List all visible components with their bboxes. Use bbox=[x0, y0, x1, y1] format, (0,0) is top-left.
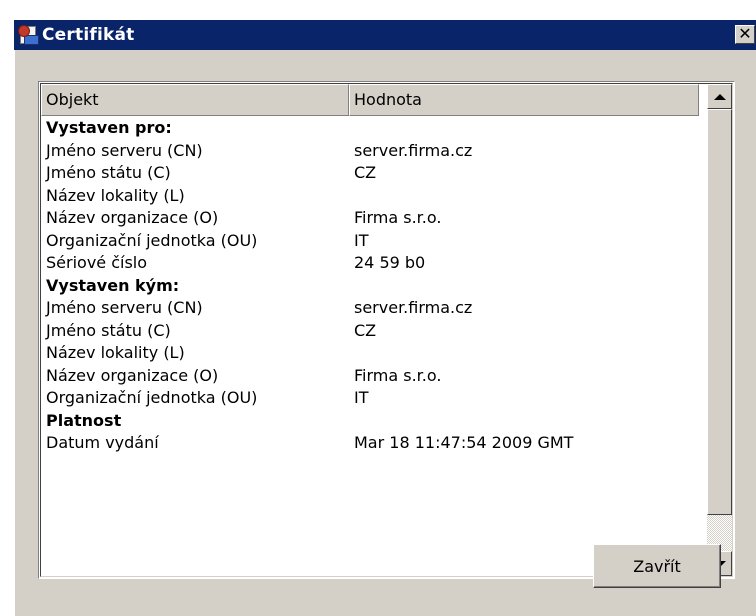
list-rows: Vystaven pro: Jméno serveru (CN) server.fi… bbox=[41, 117, 705, 455]
table-row[interactable]: Jméno státu (C) CZ bbox=[41, 162, 705, 185]
certificate-icon bbox=[18, 25, 39, 45]
section-header-row[interactable]: Platnost bbox=[41, 410, 705, 433]
list-header: Objekt Hodnota bbox=[41, 84, 699, 116]
row-value: CZ bbox=[354, 320, 377, 340]
row-value: Mar 18 11:47:54 2009 GMT bbox=[354, 433, 574, 452]
row-value bbox=[349, 185, 699, 208]
scroll-thumb[interactable] bbox=[707, 109, 732, 515]
arrow-up-icon bbox=[713, 93, 726, 100]
row-key: Jméno státu (C) bbox=[46, 163, 171, 182]
row-key: Jméno státu (C) bbox=[46, 320, 171, 340]
row-value bbox=[349, 410, 699, 433]
certificate-details-list[interactable]: Objekt Hodnota Vystaven pro: Jméno server… bbox=[38, 81, 735, 579]
row-key: Vystaven kým: bbox=[46, 275, 180, 295]
table-row[interactable]: Jméno serveru (CN) server.firma.cz bbox=[41, 297, 705, 320]
row-value bbox=[349, 117, 699, 140]
section-header-row[interactable]: Vystaven pro: bbox=[41, 117, 705, 140]
title-close-button[interactable]: ✕ bbox=[735, 25, 755, 44]
table-row[interactable]: Název organizace (O) Firma s.r.o. bbox=[41, 207, 705, 230]
column-header-value[interactable]: Hodnota bbox=[349, 84, 699, 116]
table-row[interactable]: Název lokality (L) bbox=[41, 342, 705, 365]
table-row[interactable]: Datum vydání Mar 18 11:47:54 2009 GMT bbox=[41, 432, 705, 455]
window-title: Certifikát bbox=[42, 25, 135, 45]
row-key: Datum vydání bbox=[46, 433, 159, 452]
row-value: Firma s.r.o. bbox=[354, 208, 442, 227]
section-header-row[interactable]: Vystaven kým: bbox=[41, 275, 705, 298]
row-key: Název lokality (L) bbox=[46, 185, 185, 205]
row-value: Firma s.r.o. bbox=[354, 365, 442, 385]
row-value: server.firma.cz bbox=[354, 298, 473, 317]
close-icon: ✕ bbox=[738, 24, 752, 43]
row-value: server.firma.cz bbox=[354, 140, 473, 160]
row-value bbox=[349, 342, 699, 365]
row-key: Platnost bbox=[46, 410, 122, 430]
row-key: Jméno serveru (CN) bbox=[46, 140, 203, 160]
table-row[interactable]: Organizační jednotka (OU) IT bbox=[41, 387, 705, 410]
title-bar[interactable]: Certifikát ✕ bbox=[14, 20, 756, 50]
row-key: Vystaven pro: bbox=[46, 118, 172, 137]
row-key: Organizační jednotka (OU) bbox=[46, 230, 258, 250]
vertical-scrollbar[interactable] bbox=[707, 84, 732, 576]
row-value bbox=[349, 275, 699, 298]
row-value: IT bbox=[354, 230, 369, 250]
table-row[interactable]: Jméno serveru (CN) server.firma.cz bbox=[41, 140, 705, 163]
table-row[interactable]: Organizační jednotka (OU) IT bbox=[41, 230, 705, 253]
row-value: IT bbox=[354, 388, 369, 407]
row-key: Organizační jednotka (OU) bbox=[46, 388, 258, 407]
row-value: CZ bbox=[354, 163, 377, 182]
column-header-object[interactable]: Objekt bbox=[41, 84, 349, 116]
table-row[interactable]: Název organizace (O) Firma s.r.o. bbox=[41, 365, 705, 388]
table-row[interactable]: Jméno státu (C) CZ bbox=[41, 320, 705, 343]
row-key: Sériové číslo bbox=[46, 253, 148, 272]
scroll-up-button[interactable] bbox=[707, 84, 732, 109]
row-key: Název organizace (O) bbox=[46, 365, 219, 385]
row-value: 24 59 b0 bbox=[354, 253, 426, 272]
row-key: Název lokality (L) bbox=[46, 343, 185, 362]
table-row[interactable]: Sériové číslo 24 59 b0 bbox=[41, 252, 705, 275]
table-row[interactable]: Název lokality (L) bbox=[41, 185, 705, 208]
row-key: Název organizace (O) bbox=[46, 208, 219, 227]
close-button[interactable]: Zavřít bbox=[593, 544, 721, 588]
certificate-dialog: Certifikát ✕ Objekt Hodnota Vystaven pro… bbox=[14, 20, 756, 616]
row-key: Jméno serveru (CN) bbox=[46, 298, 203, 317]
